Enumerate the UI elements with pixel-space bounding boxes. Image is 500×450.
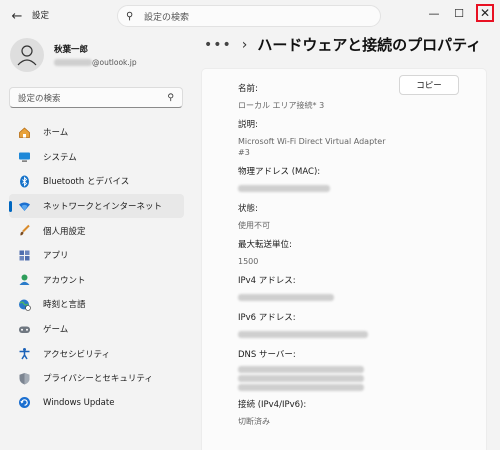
- shield-icon: [17, 371, 31, 385]
- sidebar-search-box[interactable]: 設定の検索 ⚲: [9, 87, 183, 108]
- monitor-icon: [17, 150, 31, 164]
- connectivity-label: 接続 (IPv4/IPv6):: [238, 400, 307, 410]
- brush-icon: [17, 224, 31, 238]
- page-title: ハードウェアと接続のプロパティ: [257, 36, 482, 54]
- sidebar-item-accounts[interactable]: アカウント: [9, 268, 184, 293]
- copy-button[interactable]: コピー: [399, 75, 459, 95]
- breadcrumb-more-button[interactable]: •••: [204, 37, 232, 53]
- connectivity-value: 切断済み: [238, 417, 270, 426]
- sidebar-item-accessibility[interactable]: アクセシビリティ: [9, 341, 184, 366]
- maximize-button[interactable]: ☐: [450, 4, 468, 22]
- maximize-icon: ☐: [454, 6, 464, 20]
- mtu-value: 1500: [238, 257, 259, 266]
- dns-value: [238, 366, 398, 391]
- accessibility-icon: [17, 347, 31, 361]
- sidebar-item-privacy[interactable]: プライバシーとセキュリティ: [9, 366, 184, 391]
- sidebar-item-network[interactable]: ネットワークとインターネット: [9, 193, 184, 219]
- close-icon: ✕: [479, 6, 491, 20]
- redacted-dns: [238, 384, 364, 391]
- description-value: Microsoft Wi-Fi Direct Virtual Adapter #…: [238, 137, 386, 157]
- title-bar: ← 設定 ⚲ 設定の検索 — ☐ ✕: [0, 0, 500, 32]
- sidebar-item-gaming[interactable]: ゲーム: [9, 317, 184, 342]
- mtu-label: 最大転送単位:: [238, 240, 292, 250]
- redacted-ipv4: [238, 294, 334, 301]
- mac-label: 物理アドレス (MAC):: [238, 167, 321, 177]
- mac-value: [238, 183, 398, 195]
- ipv6-value: [238, 329, 398, 341]
- app-title: 設定: [32, 11, 50, 21]
- sidebar-item-home[interactable]: ホーム: [9, 120, 184, 145]
- sidebar-item-label: 時刻と言語: [43, 300, 86, 311]
- close-button[interactable]: ✕: [476, 4, 494, 22]
- properties-list: 名前: ローカル エリア接続* 3 説明: Microsoft Wi-Fi Di…: [238, 75, 398, 427]
- properties-panel: コピー 名前: ローカル エリア接続* 3 説明: Microsoft Wi-F…: [201, 68, 487, 450]
- top-search-placeholder: 設定の検索: [144, 12, 190, 23]
- user-silhouette-icon: [17, 45, 37, 66]
- home-icon: [17, 125, 31, 139]
- search-icon: ⚲: [126, 10, 134, 22]
- dns-label: DNS サーバー:: [238, 350, 296, 360]
- ipv6-label: IPv6 アドレス:: [238, 313, 296, 323]
- sidebar-item-personalization[interactable]: 個人用設定: [9, 218, 184, 243]
- search-icon: ⚲: [167, 92, 174, 103]
- sidebar-item-windows-update[interactable]: Windows Update: [9, 391, 184, 416]
- sidebar-item-apps[interactable]: アプリ: [9, 243, 184, 268]
- globe-clock-icon: [17, 297, 31, 311]
- sidebar-item-label: アプリ: [43, 251, 69, 262]
- minimize-icon: —: [428, 6, 440, 20]
- sidebar-item-label: ホーム: [43, 128, 69, 139]
- ipv4-label: IPv4 アドレス:: [238, 276, 296, 286]
- ipv4-value: [238, 292, 398, 304]
- sidebar-item-label: Bluetooth とデバイス: [43, 177, 130, 188]
- redacted-ipv6: [238, 331, 368, 338]
- redacted-dns: [238, 375, 364, 382]
- name-label: 名前:: [238, 84, 258, 94]
- back-arrow-icon: ←: [11, 8, 23, 24]
- top-search-box[interactable]: ⚲ 設定の検索: [117, 5, 381, 27]
- sidebar-item-label: ゲーム: [43, 325, 69, 336]
- user-name: 秋葉一郎: [54, 45, 89, 55]
- wifi-icon: [17, 199, 31, 213]
- sidebar-item-label: Windows Update: [43, 397, 115, 408]
- name-value: ローカル エリア接続* 3: [238, 101, 325, 110]
- avatar: [10, 38, 44, 72]
- account-icon: [17, 273, 31, 287]
- sidebar-item-bluetooth[interactable]: Bluetooth とデバイス: [9, 169, 184, 194]
- status-value: 使用不可: [238, 221, 270, 230]
- back-button[interactable]: ←: [6, 6, 28, 26]
- sidebar-item-label: プライバシーとセキュリティ: [43, 374, 153, 385]
- user-profile[interactable]: 秋葉一郎 @outlook.jp: [10, 38, 137, 72]
- minimize-button[interactable]: —: [425, 4, 443, 22]
- sidebar-item-label: アクセシビリティ: [43, 349, 111, 360]
- user-email: @outlook.jp: [54, 58, 137, 67]
- sidebar-item-time-language[interactable]: 時刻と言語: [9, 292, 184, 317]
- sidebar-item-label: ネットワークとインターネット: [43, 202, 163, 213]
- sidebar-item-system[interactable]: システム: [9, 145, 184, 170]
- sidebar-item-label: アカウント: [43, 275, 86, 286]
- description-label: 説明:: [238, 120, 258, 130]
- apps-icon: [17, 248, 31, 262]
- status-label: 状態:: [238, 204, 258, 214]
- breadcrumb: ••• › ハードウェアと接続のプロパティ: [204, 34, 481, 55]
- redacted-email: [54, 59, 92, 66]
- user-email-domain: @outlook.jp: [92, 58, 137, 67]
- sidebar-search-placeholder: 設定の検索: [18, 93, 61, 104]
- chevron-right-icon: ›: [241, 36, 248, 53]
- redacted-mac: [238, 185, 330, 192]
- update-icon: [17, 396, 31, 410]
- sidebar-item-label: システム: [43, 152, 77, 163]
- sidebar-nav: ホーム システム Bluetooth とデバイス ネットワークとインターネット …: [9, 120, 184, 415]
- gamepad-icon: [17, 322, 31, 336]
- redacted-dns: [238, 366, 364, 373]
- sidebar-item-label: 個人用設定: [43, 226, 86, 237]
- bluetooth-icon: [17, 174, 31, 188]
